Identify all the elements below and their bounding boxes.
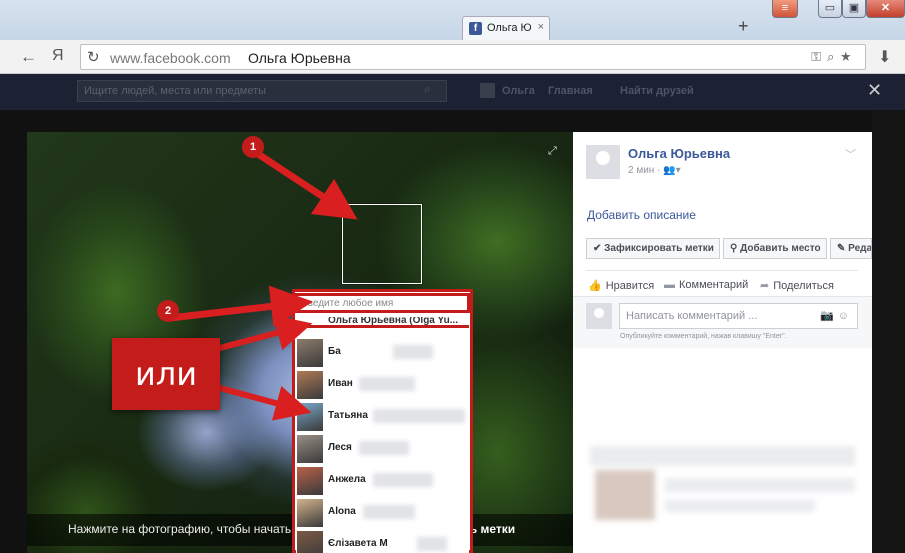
friend-avatar — [297, 403, 323, 431]
sidebar-divider — [586, 270, 858, 271]
back-arrow-icon[interactable]: ← — [20, 47, 37, 67]
post-time-text: 2 мин · — [628, 165, 664, 176]
post-time: 2 мин · 👥▾ — [628, 165, 681, 176]
url-domain: www.facebook.com — [110, 50, 231, 66]
tab-close-icon[interactable]: × — [538, 21, 544, 33]
search-icon[interactable]: ⌕ — [424, 82, 431, 97]
address-field[interactable]: ↻ www.facebook.com Ольга Юрьевна ⚿⌕★ — [80, 44, 866, 70]
maximize-button[interactable]: ▣ — [842, 0, 866, 18]
friend-avatar — [297, 371, 323, 399]
minimize-button[interactable]: ▭ — [818, 0, 842, 18]
blurred-surname — [359, 441, 409, 455]
comment-button[interactable]: ▬ Комментарий — [664, 279, 748, 291]
blurred-surname — [373, 473, 433, 487]
add-description-link[interactable]: Добавить описание — [587, 208, 696, 222]
friend-avatar — [297, 499, 323, 527]
finish-tagging-button[interactable]: ✔ Зафиксировать метки — [586, 238, 720, 259]
like-label: Нравится — [605, 280, 655, 292]
blurred-surname — [393, 345, 433, 359]
nav-profile-link[interactable]: Ольга — [502, 85, 535, 97]
friend-suggestion-item[interactable]: Ба — [297, 338, 467, 368]
friend-suggestion-item[interactable]: Иван — [297, 370, 467, 400]
friend-avatar — [297, 435, 323, 463]
url-page-title: Ольга Юрьевна — [248, 50, 351, 66]
friend-name: Иван — [328, 378, 353, 389]
share-label: Поделиться — [773, 280, 834, 292]
browser-tab-active[interactable]: f Ольга Ю × — [462, 16, 550, 40]
tag-selection-box[interactable] — [342, 204, 422, 284]
step-badge-1: 1 — [242, 136, 264, 158]
download-icon[interactable]: ⬇ — [878, 47, 891, 67]
nav-home-link[interactable]: Главная — [548, 85, 593, 97]
blurred-surname — [373, 409, 465, 423]
tagging-hint-text: Нажмите на фотографию, чтобы начать отм — [68, 522, 315, 536]
friend-name: Єлізавета М — [328, 538, 388, 549]
reload-icon[interactable]: ↻ — [87, 48, 100, 66]
yandex-logo-icon[interactable]: Я — [52, 47, 64, 65]
edit-button[interactable]: ✎ Редак — [830, 238, 872, 259]
add-location-button[interactable]: ⚲ Добавить место — [723, 238, 827, 259]
profile-avatar[interactable] — [480, 83, 495, 98]
new-tab-button[interactable]: + — [738, 16, 749, 37]
friend-suggestion-item[interactable]: Анжела — [297, 466, 467, 496]
facebook-favicon-icon: f — [469, 22, 482, 35]
blurred-surname — [359, 377, 415, 391]
facebook-search-input[interactable]: Ищите людей, места или предметы — [77, 80, 447, 102]
share-button[interactable]: ➦ Поделиться — [760, 279, 834, 292]
address-bar-row: ← Я ↻ www.facebook.com Ольга Юрьевна ⚿⌕★… — [0, 40, 905, 74]
friend-suggestion-item[interactable]: Татьяна — [297, 402, 467, 432]
comment-camera-emoji-icons[interactable]: 📷☺ — [820, 309, 853, 322]
blurred-surname — [363, 505, 415, 519]
blurred-surname — [417, 537, 447, 551]
friend-suggestion-item[interactable]: Єлізавета М — [297, 530, 467, 553]
like-button[interactable]: 👍 Нравится — [588, 279, 654, 292]
step-badge-2: 2 — [157, 300, 179, 322]
friend-name: Анжела — [328, 474, 366, 485]
or-label-box: или — [112, 338, 220, 410]
friend-avatar — [297, 531, 323, 553]
comment-label: Комментарий — [679, 279, 749, 291]
blurred-avatar — [595, 470, 655, 520]
browser-tabbar — [0, 0, 905, 40]
blurred-content — [665, 500, 815, 512]
photo-viewer-close-icon[interactable]: ✕ — [867, 80, 882, 101]
window-close-button[interactable]: ✕ — [866, 0, 905, 18]
tag-name-input[interactable]: Введите любое имя — [294, 293, 470, 313]
screenshot: f Ольга Ю × + ≡ ▭ ▣ ✕ ← Я ↻ www.facebook… — [0, 0, 905, 553]
friend-name: Alona — [328, 506, 356, 517]
dimmed-edge — [872, 110, 905, 553]
blurred-content — [590, 446, 855, 466]
tab-title: Ольга Ю — [487, 22, 532, 34]
friend-name: Ба — [328, 346, 341, 357]
omnibox-action-icons[interactable]: ⚿⌕★ — [811, 49, 857, 65]
friend-avatar — [297, 339, 323, 367]
audience-friends-icon[interactable]: 👥▾ — [663, 165, 680, 176]
friend-suggestion-item[interactable]: Alona — [297, 498, 467, 528]
friend-suggestion-item[interactable]: Леся — [297, 434, 467, 464]
chevron-down-icon[interactable]: ﹀ — [845, 146, 856, 162]
blurred-content — [665, 478, 855, 492]
browser-menu-button[interactable]: ≡ — [772, 0, 798, 18]
expand-fullscreen-icon[interactable]: ⤢ — [548, 145, 557, 158]
comment-icon: ▬ — [664, 279, 675, 291]
author-avatar[interactable] — [586, 145, 620, 179]
share-arrow-icon: ➦ — [760, 280, 770, 292]
thumbs-up-icon: 👍 — [588, 280, 602, 292]
nav-find-friends-link[interactable]: Найти друзей — [620, 85, 694, 97]
friend-avatar — [297, 467, 323, 495]
author-name-link[interactable]: Ольга Юрьевна — [628, 146, 730, 161]
friend-name: Татьяна — [328, 410, 368, 421]
comment-enter-hint: Опубликуйте комментарий, нажав клавишу "… — [620, 333, 787, 340]
friend-name: Леся — [328, 442, 352, 453]
commenter-avatar — [586, 303, 612, 329]
